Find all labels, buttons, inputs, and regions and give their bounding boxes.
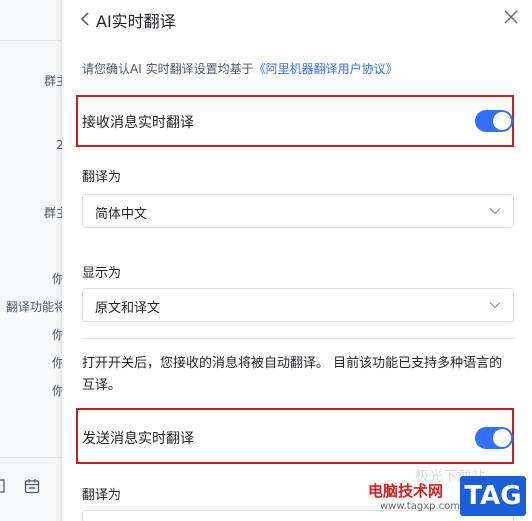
send-translation-label: 发送消息实时翻译 xyxy=(82,431,194,447)
send-translation-toggle[interactable] xyxy=(475,427,513,449)
agreement-notice: 请您确认AI 实时翻译设置均基于《阿里机器翻译用户协议》 xyxy=(82,60,398,77)
display-mode-value: 原文和译文 xyxy=(95,301,161,316)
close-icon[interactable] xyxy=(502,8,520,26)
notice-text: 请您确认AI 实时翻译设置均基于 xyxy=(82,62,254,76)
feature-description: 打开开关后，您接收的消息将被自动翻译。 目前该功能已支持多种语言的互译。 xyxy=(82,356,503,393)
receive-translation-label: 接收消息实时翻译 xyxy=(82,115,194,131)
display-mode-select[interactable]: 原文和译文 xyxy=(82,288,514,322)
send-translate-to-label: 翻译为 xyxy=(82,488,122,503)
receive-language-value: 简体中文 xyxy=(95,207,148,222)
ai-translation-panel: AI实时翻译 请您确认AI 实时翻译设置均基于《阿里机器翻译用户协议》 接收消息… xyxy=(62,0,532,521)
background-text: 翻译功能将 xyxy=(6,300,62,314)
watermark-url: www.tagxp.com xyxy=(380,501,460,512)
receive-translate-to-label: 翻译为 xyxy=(82,170,122,185)
agreement-link[interactable]: 《阿里机器翻译用户协议》 xyxy=(254,62,398,76)
receive-language-select[interactable]: 简体中文 xyxy=(82,194,514,228)
background-bottom-divider xyxy=(0,457,62,458)
calendar-icon[interactable] xyxy=(24,478,40,494)
toggle-knob xyxy=(493,112,511,130)
background-divider xyxy=(0,40,62,41)
section-divider xyxy=(82,338,514,339)
background-page: 群主 2 群主 你 翻译功能将 你 你 你 xyxy=(0,0,62,521)
toggle-knob xyxy=(493,429,511,447)
chevron-down-icon xyxy=(489,302,501,309)
display-as-label: 显示为 xyxy=(82,266,122,281)
panel-title: AI实时翻译 xyxy=(96,12,176,31)
watermark-tag-logo: TAG xyxy=(460,476,526,516)
watermark-site-name: 电脑技术网 xyxy=(368,482,444,500)
receive-translation-toggle[interactable] xyxy=(475,110,513,132)
chevron-down-icon xyxy=(489,208,501,215)
bracket-icon[interactable] xyxy=(0,478,8,494)
back-chevron-icon[interactable] xyxy=(78,10,94,28)
